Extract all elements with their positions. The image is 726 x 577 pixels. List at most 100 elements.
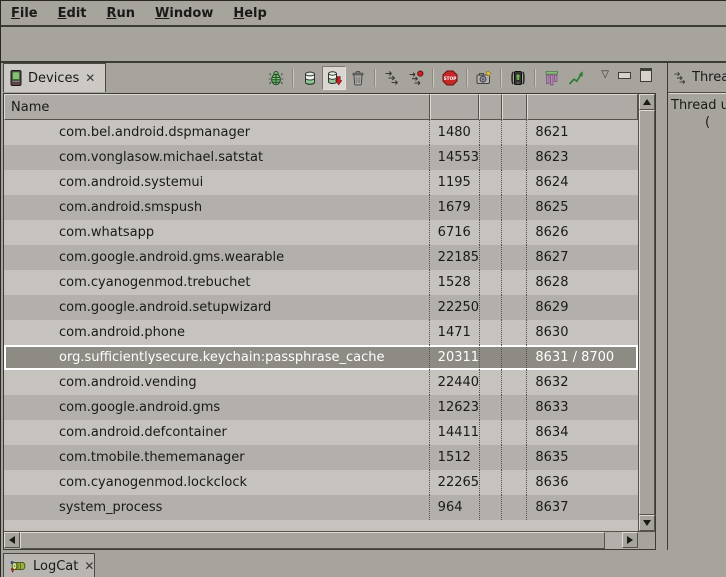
ddms-window: File Edit Run Window Help De: [0, 0, 726, 577]
blank-cell: [502, 220, 527, 245]
column-header-pid[interactable]: [430, 94, 480, 120]
device-process-table: Name com.bel.android.dspmanager 1480 862…: [3, 93, 656, 550]
toolbar-separator: [500, 69, 502, 87]
horizontal-scrollbar[interactable]: [4, 531, 655, 549]
table-row[interactable]: com.android.systemui 1195 8624: [4, 170, 638, 195]
systrace-button[interactable]: [564, 66, 588, 90]
scrollbar-corner: [638, 532, 655, 549]
table-row[interactable]: com.google.android.gms 12623 8633: [4, 395, 638, 420]
logcat-tab-label: LogCat: [33, 559, 78, 574]
debug-process-button[interactable]: [264, 66, 288, 90]
update-heap-button[interactable]: [298, 66, 322, 90]
process-name-cell: com.whatsapp: [4, 220, 430, 245]
cause-gc-button[interactable]: [346, 66, 370, 90]
threads-tab-label[interactable]: Threads: [692, 70, 726, 85]
stop-process-button[interactable]: STOP: [438, 66, 462, 90]
view-menu-icon[interactable]: ▽: [601, 70, 609, 80]
logcat-tab-close-icon[interactable]: ✕: [84, 559, 94, 573]
view-hierarchy-button[interactable]: [540, 66, 564, 90]
horizontal-scroll-thumb[interactable]: [20, 532, 605, 549]
column-header-name[interactable]: Name: [4, 94, 430, 120]
main-toolbar-strip: [1, 27, 726, 63]
menu-window[interactable]: Window: [145, 3, 223, 23]
process-name-cell: com.android.smspush: [4, 195, 430, 220]
table-row[interactable]: com.android.smspush 1679 8625: [4, 195, 638, 220]
column-header-blank2[interactable]: [502, 94, 527, 120]
table-row[interactable]: com.android.phone 1471 8630: [4, 320, 638, 345]
svg-text:STOP: STOP: [444, 76, 457, 82]
process-name-cell: com.tmobile.thememanager: [4, 445, 430, 470]
update-threads-button[interactable]: [380, 66, 404, 90]
process-pid-cell: 22440: [430, 370, 480, 395]
column-header-blank1[interactable]: [479, 94, 502, 120]
scroll-up-button[interactable]: [639, 94, 655, 110]
logcat-icon: [10, 558, 27, 574]
process-pid-cell: 1512: [430, 445, 480, 470]
devices-tab-label: Devices: [28, 71, 79, 86]
table-header: Name: [4, 94, 638, 120]
tab-devices[interactable]: Devices ✕: [3, 63, 106, 92]
table-row[interactable]: com.vonglasow.michael.satstat 14553 8623: [4, 145, 638, 170]
column-header-port[interactable]: [527, 94, 638, 120]
threads-icon: [673, 71, 687, 85]
menu-edit[interactable]: Edit: [48, 3, 97, 23]
process-port-cell: 8630: [527, 320, 638, 345]
reset-adb-button[interactable]: [506, 66, 530, 90]
threads-view: Threads Thread up (: [667, 63, 726, 550]
minimize-icon[interactable]: [618, 72, 631, 79]
table-row[interactable]: com.cyanogenmod.trebuchet 1528 8628: [4, 270, 638, 295]
vertical-scrollbar[interactable]: [638, 94, 655, 531]
process-pid-cell: 22265: [430, 470, 480, 495]
table-row[interactable]: com.cyanogenmod.lockclock 22265 8636: [4, 470, 638, 495]
right-arrow-icon: [627, 536, 633, 544]
blank-cell: [480, 395, 503, 420]
blank-cell: [502, 395, 527, 420]
menu-run[interactable]: Run: [97, 3, 146, 23]
process-pid-cell: 12623: [430, 395, 480, 420]
process-name-cell: com.android.defcontainer: [4, 420, 430, 445]
table-row[interactable]: system_process 964 8637: [4, 495, 638, 520]
table-row[interactable]: com.android.defcontainer 14411 8634: [4, 420, 638, 445]
device-phone-icon: [10, 70, 22, 86]
blank-cell: [502, 345, 527, 370]
table-row[interactable]: com.whatsapp 6716 8626: [4, 220, 638, 245]
process-pid-cell: 6716: [430, 220, 480, 245]
table-row[interactable]: com.google.android.setupwizard 22250 862…: [4, 295, 638, 320]
table-row[interactable]: org.sufficientlysecure.keychain:passphra…: [4, 345, 638, 370]
scroll-down-button[interactable]: [639, 515, 655, 531]
method-profiling-button[interactable]: [404, 66, 428, 90]
table-row[interactable]: com.google.android.gms.wearable 22185 86…: [4, 245, 638, 270]
devices-tabbar: Devices ✕: [1, 63, 658, 93]
maximize-icon[interactable]: [640, 68, 652, 82]
blank-cell: [502, 295, 527, 320]
horizontal-scroll-track[interactable]: [605, 532, 622, 549]
blank-cell: [480, 120, 503, 145]
toolbar-separator: [534, 69, 536, 87]
panel-sash[interactable]: [658, 63, 667, 550]
process-pid-cell: 964: [430, 495, 480, 520]
process-port-cell: 8627: [527, 245, 638, 270]
tab-logcat[interactable]: LogCat ✕: [3, 553, 95, 577]
blank-cell: [502, 120, 527, 145]
blank-cell: [480, 145, 503, 170]
table-row[interactable]: com.tmobile.thememanager 1512 8635: [4, 445, 638, 470]
update-threads-icon: [384, 70, 400, 86]
process-port-cell: 8636: [527, 470, 638, 495]
table-row[interactable]: com.android.vending 22440 8632: [4, 370, 638, 395]
scroll-right-button[interactable]: [622, 532, 638, 548]
blank-cell: [480, 470, 503, 495]
vertical-scroll-thumb[interactable]: [639, 110, 655, 515]
menu-help[interactable]: Help: [223, 3, 276, 23]
screen-capture-button[interactable]: [472, 66, 496, 90]
process-name-cell: org.sufficientlysecure.keychain:passphra…: [4, 345, 430, 370]
blank-cell: [502, 370, 527, 395]
process-name-cell: com.android.systemui: [4, 170, 430, 195]
table-row[interactable]: com.bel.android.dspmanager 1480 8621: [4, 120, 638, 145]
devices-tab-close-icon[interactable]: ✕: [85, 71, 95, 85]
blank-cell: [480, 170, 503, 195]
dump-hprof-button[interactable]: [322, 66, 346, 90]
scroll-left-button[interactable]: [4, 532, 20, 548]
menu-file[interactable]: File: [1, 3, 48, 23]
blank-cell: [502, 420, 527, 445]
hierarchy-columns-icon: [544, 70, 560, 86]
